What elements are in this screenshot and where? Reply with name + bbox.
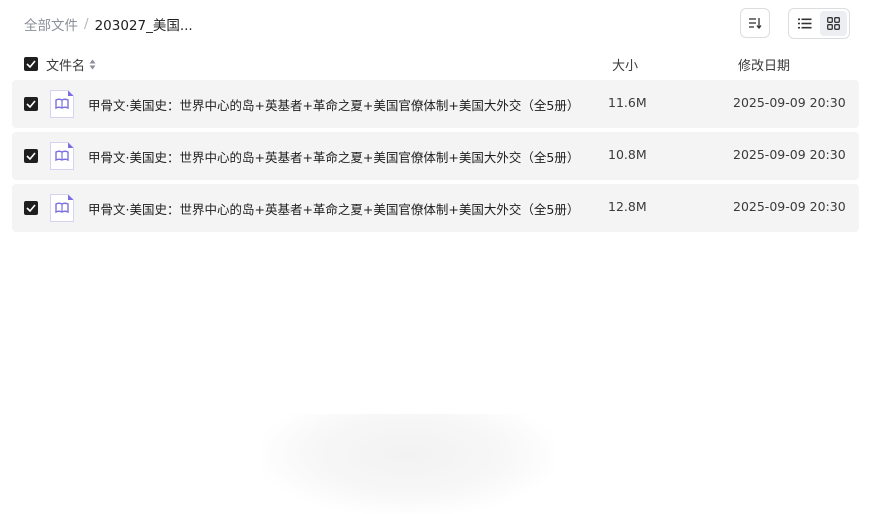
check-icon [26,100,36,108]
check-icon [26,204,36,212]
ebook-file-icon [50,90,74,118]
sort-button[interactable] [740,8,770,38]
column-header-name-label: 文件名 [46,59,86,74]
row-checkbox[interactable] [24,97,38,111]
check-icon [26,60,36,68]
check-icon [26,152,36,160]
view-mode-toggle [788,8,850,39]
list-view-button[interactable] [791,11,818,36]
select-all-checkbox[interactable] [24,57,38,71]
ebook-file-icon [50,194,74,222]
file-modified-date: 2025-09-09 20:30 [733,147,846,162]
ebook-file-icon [50,142,74,170]
grid-view-button[interactable] [820,11,847,36]
file-name[interactable]: 甲骨文·美国史：世界中心的岛+英基者+革命之夏+美国官僚体制+美国大外交（全5册… [88,147,578,166]
breadcrumb: 全部文件 / 203027_美国... [24,14,193,34]
file-name[interactable]: 甲骨文·美国史：世界中心的岛+英基者+革命之夏+美国官僚体制+美国大外交（全5册… [88,95,578,114]
file-size: 11.6M [608,95,647,110]
column-header-date[interactable]: 修改日期 [738,55,790,74]
row-checkbox[interactable] [24,201,38,215]
breadcrumb-current-folder: 203027_美国... [94,18,193,34]
grid-view-icon [827,17,840,30]
sort-toggle-icon [89,59,96,70]
table-header: 文件名 大小 修改日期 [12,52,859,76]
file-modified-date: 2025-09-09 20:30 [733,95,846,110]
loading-placeholder [262,414,554,514]
row-checkbox[interactable] [24,149,38,163]
table-row[interactable]: 甲骨文·美国史：世界中心的岛+英基者+革命之夏+美国官僚体制+美国大外交（全5册… [12,80,859,128]
file-name[interactable]: 甲骨文·美国史：世界中心的岛+英基者+革命之夏+美国官僚体制+美国大外交（全5册… [88,199,578,218]
sort-descending-icon [749,18,762,29]
column-header-name[interactable]: 文件名 [46,55,96,74]
file-browser: 全部文件 / 203027_美国... 文件名 大小 修改日期 甲骨文·美国史：… [0,0,874,514]
file-size: 10.8M [608,147,647,162]
table-row[interactable]: 甲骨文·美国史：世界中心的岛+英基者+革命之夏+美国官僚体制+美国大外交（全5册… [12,184,859,232]
list-view-icon [797,18,811,29]
file-modified-date: 2025-09-09 20:30 [733,199,846,214]
table-row[interactable]: 甲骨文·美国史：世界中心的岛+英基者+革命之夏+美国官僚体制+美国大外交（全5册… [12,132,859,180]
file-size: 12.8M [608,199,647,214]
column-header-size[interactable]: 大小 [612,55,638,74]
breadcrumb-root-link[interactable]: 全部文件 [24,14,78,34]
breadcrumb-separator: / [84,16,89,32]
